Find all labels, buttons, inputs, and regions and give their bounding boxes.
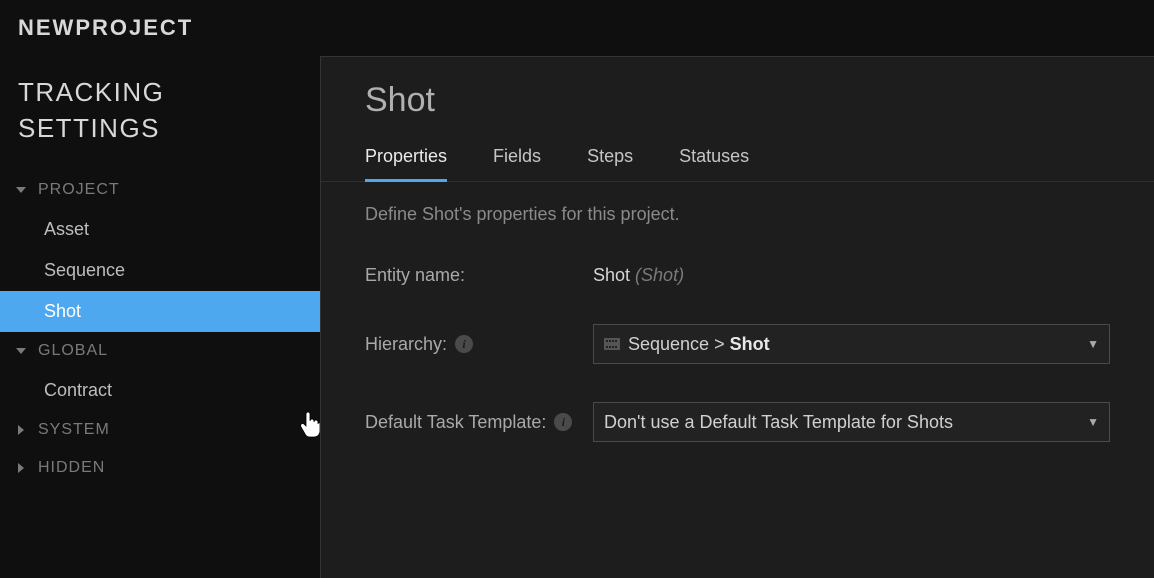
row-template: Default Task Template: i Don't use a Def… bbox=[365, 402, 1110, 442]
dropdown-caret-icon: ▼ bbox=[1087, 337, 1099, 351]
template-select[interactable]: Don't use a Default Task Template for Sh… bbox=[593, 402, 1110, 442]
tab-properties[interactable]: Properties bbox=[365, 146, 447, 181]
sidebar: TRACKING SETTINGS PROJECT Asset Sequence… bbox=[0, 56, 320, 578]
tab-steps[interactable]: Steps bbox=[587, 146, 633, 181]
template-select-text: Don't use a Default Task Template for Sh… bbox=[604, 412, 953, 433]
sidebar-item-label: Asset bbox=[44, 219, 89, 239]
app-root: NEWPROJECT TRACKING SETTINGS PROJECT Ass… bbox=[0, 0, 1154, 578]
sidebar-section-label: GLOBAL bbox=[38, 342, 108, 360]
tab-fields[interactable]: Fields bbox=[493, 146, 541, 181]
row-hierarchy: Hierarchy: i bbox=[365, 324, 1110, 364]
info-icon[interactable]: i bbox=[455, 335, 473, 353]
sidebar-item-shot[interactable]: Shot bbox=[0, 291, 320, 332]
value-template: Don't use a Default Task Template for Sh… bbox=[593, 402, 1110, 442]
chevron-right-icon bbox=[14, 425, 28, 435]
label-text: Entity name: bbox=[365, 265, 465, 286]
topbar: NEWPROJECT bbox=[0, 0, 1154, 56]
value-entity-name: Shot (Shot) bbox=[593, 265, 1110, 286]
sidebar-title: TRACKING SETTINGS bbox=[0, 68, 320, 171]
value-hierarchy: Sequence > Shot ▼ bbox=[593, 324, 1110, 364]
sidebar-item-label: Sequence bbox=[44, 260, 125, 280]
tab-label: Statuses bbox=[679, 146, 749, 166]
label-text: Hierarchy: bbox=[365, 334, 447, 355]
chevron-down-icon bbox=[14, 348, 28, 354]
chevron-down-icon bbox=[14, 187, 28, 193]
hierarchy-bold: Shot bbox=[730, 334, 770, 354]
sidebar-item-contract[interactable]: Contract bbox=[0, 370, 320, 411]
chevron-right-icon bbox=[14, 463, 28, 473]
dropdown-caret-icon: ▼ bbox=[1087, 415, 1099, 429]
main-inner: Shot Properties Fields Steps Statuses De… bbox=[321, 57, 1154, 578]
entity-name-paren: (Shot) bbox=[635, 265, 684, 285]
sidebar-item-label: Contract bbox=[44, 380, 112, 400]
sidebar-title-line1: TRACKING bbox=[18, 77, 164, 107]
label-hierarchy: Hierarchy: i bbox=[365, 334, 593, 355]
panel-description: Define Shot's properties for this projec… bbox=[321, 182, 1154, 265]
info-icon[interactable]: i bbox=[554, 413, 572, 431]
sidebar-item-sequence[interactable]: Sequence bbox=[0, 250, 320, 291]
label-text: Default Task Template: bbox=[365, 412, 546, 433]
sidebar-section-system[interactable]: SYSTEM bbox=[0, 411, 320, 449]
tab-statuses[interactable]: Statuses bbox=[679, 146, 749, 181]
properties-form: Entity name: Shot (Shot) Hierarchy: i bbox=[321, 265, 1154, 442]
sidebar-section-global[interactable]: GLOBAL bbox=[0, 332, 320, 370]
hierarchy-path: Sequence > Shot bbox=[628, 334, 770, 355]
sidebar-title-line2: SETTINGS bbox=[18, 113, 160, 143]
sidebar-section-hidden[interactable]: HIDDEN bbox=[0, 449, 320, 487]
sidebar-item-label: Shot bbox=[44, 301, 81, 321]
label-entity-name: Entity name: bbox=[365, 265, 593, 286]
page-title: Shot bbox=[321, 57, 1154, 132]
sidebar-section-project[interactable]: PROJECT bbox=[0, 171, 320, 209]
tabs: Properties Fields Steps Statuses bbox=[321, 132, 1154, 182]
tab-label: Steps bbox=[587, 146, 633, 166]
body: TRACKING SETTINGS PROJECT Asset Sequence… bbox=[0, 56, 1154, 578]
label-template: Default Task Template: i bbox=[365, 412, 593, 433]
project-name: NEWPROJECT bbox=[18, 15, 193, 41]
row-entity-name: Entity name: Shot (Shot) bbox=[365, 265, 1110, 286]
sidebar-section-label: SYSTEM bbox=[38, 421, 110, 439]
tab-label: Fields bbox=[493, 146, 541, 166]
hierarchy-prefix: Sequence > bbox=[628, 334, 730, 354]
sidebar-section-label: PROJECT bbox=[38, 181, 120, 199]
tab-label: Properties bbox=[365, 146, 447, 166]
filmstrip-icon bbox=[604, 336, 620, 352]
entity-name-text: Shot bbox=[593, 265, 630, 285]
main-panel: Shot Properties Fields Steps Statuses De… bbox=[320, 56, 1154, 578]
sidebar-section-label: HIDDEN bbox=[38, 459, 105, 477]
sidebar-item-asset[interactable]: Asset bbox=[0, 209, 320, 250]
hierarchy-select[interactable]: Sequence > Shot ▼ bbox=[593, 324, 1110, 364]
